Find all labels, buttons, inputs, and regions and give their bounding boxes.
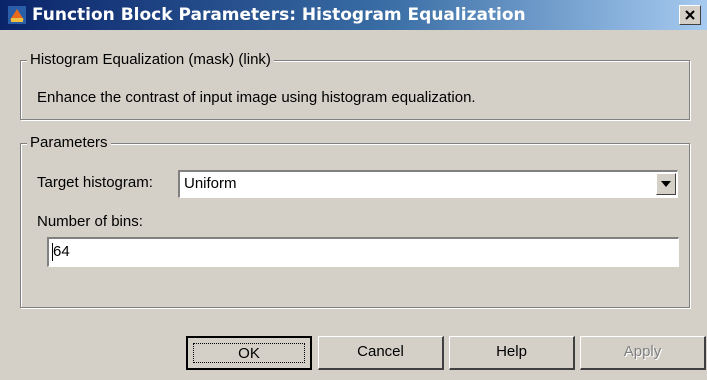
apply-button-label: Apply [623,343,662,360]
cancel-button-label: Cancel [357,343,404,360]
simulink-block-icon [8,6,26,24]
target-histogram-label: Target histogram: [37,174,153,191]
apply-button: Apply [580,336,706,370]
ok-button-label: OK [193,343,305,363]
help-button-label: Help [496,343,527,360]
parameters-group-title: Parameters [27,134,111,151]
mask-group-title: Histogram Equalization (mask) (link) [27,51,274,68]
mask-description-group: Histogram Equalization (mask) (link) Enh… [20,51,690,120]
mask-description: Enhance the contrast of input image usin… [37,89,476,106]
cancel-button[interactable]: Cancel [318,336,444,370]
number-of-bins-field[interactable]: 64 [47,237,679,267]
number-of-bins-value: 64 [53,243,70,260]
close-icon [685,10,695,20]
dropdown-button[interactable] [656,173,676,195]
close-button[interactable] [679,5,701,25]
ok-button[interactable]: OK [186,336,312,370]
title-bar[interactable]: Function Block Parameters: Histogram Equ… [0,0,707,30]
window-title: Function Block Parameters: Histogram Equ… [32,5,526,25]
parameters-group: Parameters Target histogram: Uniform Num… [20,134,690,308]
chevron-down-icon [661,181,671,187]
help-button[interactable]: Help [449,336,575,370]
target-histogram-value: Uniform [184,175,237,192]
target-histogram-select[interactable]: Uniform [178,170,678,198]
number-of-bins-label: Number of bins: [37,213,143,230]
